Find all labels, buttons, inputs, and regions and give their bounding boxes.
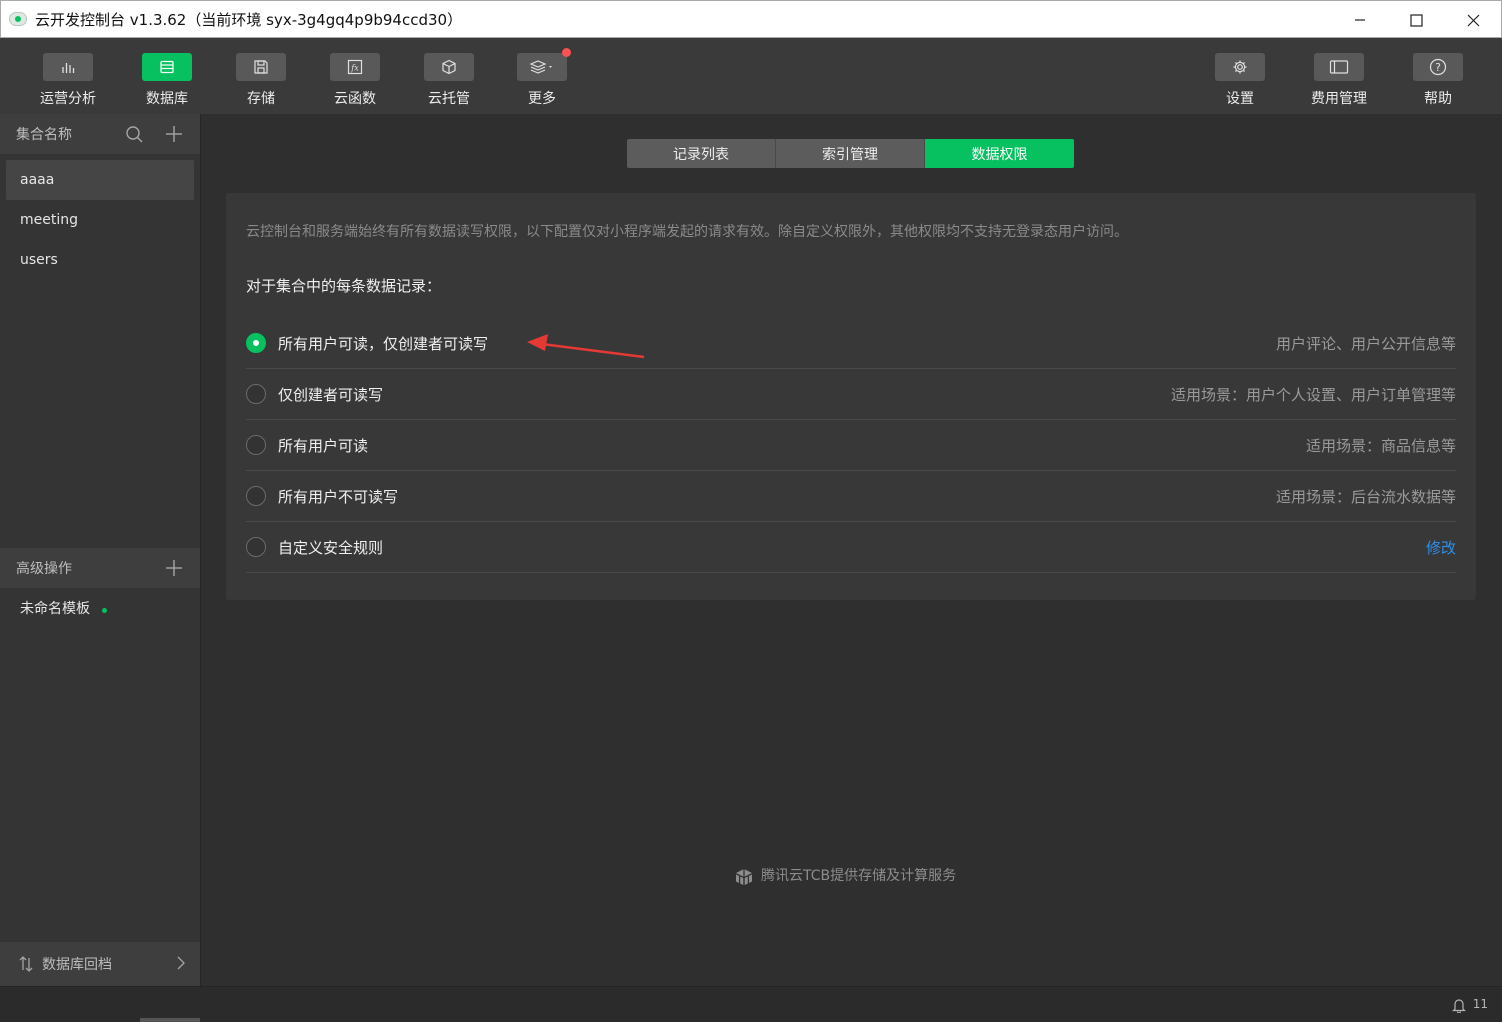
horizontal-scrollbar[interactable] (140, 1018, 200, 1022)
tab-indexes[interactable]: 索引管理 (776, 139, 925, 168)
template-item[interactable]: 未命名模板 (20, 598, 107, 618)
function-icon: fx (347, 59, 363, 75)
layers-icon (529, 60, 552, 74)
brand-text: 腾讯云TCB提供存储及计算服务 (761, 868, 957, 884)
permission-option-desc: 适用场景：后台流水数据等 (1275, 487, 1456, 506)
status-bar: 11 (0, 986, 1502, 1022)
toolbar-analytics[interactable]: 运营分析 (28, 53, 108, 108)
collection-item[interactable]: users (6, 240, 194, 280)
edit-rules-link[interactable]: 修改 (1426, 537, 1456, 558)
window-titlebar: 云开发控制台 v1.3.62（当前环境 syx-3g4gq4p9b94ccd30… (0, 0, 1502, 38)
close-icon (1467, 14, 1479, 26)
radio-unselected[interactable] (246, 537, 266, 557)
permission-option-desc: 适用场景：商品信息等 (1305, 436, 1456, 455)
collections-sidebar: 集合名称 aaaa meeting users 高级操作 未命名模板 数据库回档 (0, 114, 201, 986)
collection-list: aaaa meeting users (0, 154, 200, 280)
toolbar-label: 云托管 (428, 91, 470, 107)
minimize-icon (1355, 19, 1365, 21)
gear-icon (1233, 60, 1247, 74)
minimize-button[interactable] (1331, 1, 1389, 39)
permission-option[interactable]: 自定义安全规则 修改 (246, 522, 1456, 573)
permissions-notice: 云控制台和服务端始终有所有数据读写权限，以下配置仅对小程序端发起的请求有效。除自… (246, 224, 1128, 240)
window-title: 云开发控制台 v1.3.62（当前环境 syx-3g4gq4p9b94ccd30… (35, 10, 463, 29)
chevron-right-icon (177, 956, 185, 970)
tencent-cloud-logo-icon (736, 869, 752, 885)
toolbar-database[interactable]: 数据库 (127, 53, 207, 108)
permission-option-label: 自定义安全规则 (278, 538, 384, 557)
toolbar-label: 云函数 (334, 91, 376, 107)
main-content: 记录列表 索引管理 数据权限 云控制台和服务端始终有所有数据读写权限，以下配置仅… (201, 114, 1502, 986)
tcb-brand: 腾讯云TCB提供存储及计算服务 (733, 864, 956, 886)
permissions-panel: 云控制台和服务端始终有所有数据读写权限，以下配置仅对小程序端发起的请求有效。除自… (226, 193, 1476, 600)
add-template-icon[interactable] (164, 558, 184, 578)
toolbar-help[interactable]: ? 帮助 (1398, 53, 1478, 108)
rollback-label: 数据库回档 (42, 957, 112, 973)
toolbar-settings[interactable]: 设置 (1200, 53, 1280, 108)
annotation-arrow (527, 334, 645, 359)
radio-unselected[interactable] (246, 384, 266, 404)
close-button[interactable] (1444, 1, 1502, 39)
permission-option-label: 所有用户可读，仅创建者可读写 (278, 334, 489, 353)
toolbar-label: 数据库 (146, 91, 188, 107)
maximize-icon (1409, 13, 1423, 27)
collections-header: 集合名称 (0, 114, 200, 154)
permission-option-desc: 适用场景：用户个人设置、用户订单管理等 (1170, 385, 1456, 404)
radio-selected[interactable] (246, 333, 266, 353)
permissions-subtitle: 对于集合中的每条数据记录： (246, 277, 442, 295)
rollback-icon (19, 956, 33, 972)
app-icon (9, 12, 27, 26)
toolbar-label: 帮助 (1424, 91, 1452, 107)
permission-option[interactable]: 所有用户不可读写 适用场景：后台流水数据等 (246, 471, 1456, 522)
toolbar-more[interactable]: 更多 (502, 48, 582, 108)
add-collection-icon[interactable] (164, 124, 184, 144)
template-status-dot (102, 607, 107, 613)
template-name: 未命名模板 (20, 601, 90, 617)
toolbar-storage[interactable]: 存储 (221, 53, 301, 108)
toolbar-label: 设置 (1226, 91, 1254, 107)
toolbar-billing[interactable]: 费用管理 (1299, 53, 1379, 108)
collection-item[interactable]: aaaa (6, 160, 194, 200)
search-icon[interactable] (124, 124, 144, 144)
radio-unselected[interactable] (246, 486, 266, 506)
database-icon (160, 60, 174, 74)
collection-item[interactable]: meeting (6, 200, 194, 240)
permission-option[interactable]: 所有用户可读，仅创建者可读写 用户评论、用户公开信息等 (246, 318, 1456, 369)
database-tabs: 记录列表 索引管理 数据权限 (627, 139, 1074, 168)
permission-option-label: 所有用户不可读写 (278, 487, 399, 506)
database-rollback-button[interactable]: 数据库回档 (0, 942, 200, 986)
toolbar-label: 更多 (528, 91, 556, 107)
permission-option[interactable]: 仅创建者可读写 适用场景：用户个人设置、用户订单管理等 (246, 369, 1456, 420)
notification-dot (562, 48, 571, 57)
svg-text:?: ? (1435, 61, 1441, 74)
toolbar-label: 费用管理 (1311, 91, 1367, 107)
svg-text:fx: fx (350, 64, 359, 73)
toolbar-cloud-hosting[interactable]: 云托管 (409, 53, 489, 108)
permission-option-label: 仅创建者可读写 (278, 385, 384, 404)
permission-option-label: 所有用户可读 (278, 436, 369, 455)
permission-option[interactable]: 所有用户可读 适用场景：商品信息等 (246, 420, 1456, 471)
radio-unselected[interactable] (246, 435, 266, 455)
bell-icon[interactable] (1452, 997, 1466, 1013)
floppy-icon (254, 60, 268, 74)
tab-records[interactable]: 记录列表 (627, 139, 776, 168)
collections-header-label: 集合名称 (16, 127, 72, 143)
bar-chart-icon (62, 63, 75, 73)
toolbar-cloud-functions[interactable]: fx 云函数 (315, 53, 395, 108)
billing-icon (1329, 60, 1349, 74)
toolbar-label: 运营分析 (40, 91, 96, 107)
tab-permissions[interactable]: 数据权限 (925, 139, 1074, 168)
cube-icon (442, 59, 456, 75)
advanced-header-label: 高级操作 (16, 561, 72, 577)
maximize-button[interactable] (1387, 1, 1445, 39)
advanced-header: 高级操作 (0, 548, 200, 588)
notification-count: 11 (1472, 997, 1488, 1011)
main-toolbar: 运营分析 数据库 存储 fx 云函数 云托管 更多 设置 费用管理 ? 帮助 (0, 38, 1502, 142)
help-icon: ? (1429, 58, 1447, 76)
toolbar-label: 存储 (247, 91, 275, 107)
permission-option-desc: 用户评论、用户公开信息等 (1275, 334, 1456, 353)
